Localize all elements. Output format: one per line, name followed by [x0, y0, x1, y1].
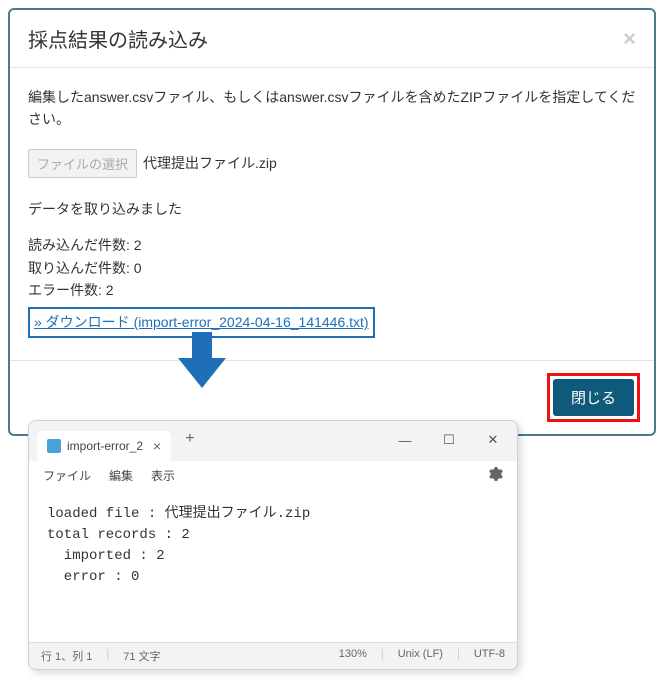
content-line-3: imported : 2	[47, 548, 165, 564]
editor-statusbar: 行 1、列 1 | 71 文字 130% | Unix (LF) | UTF-8	[29, 642, 517, 669]
error-count-row: エラー件数: 2	[28, 279, 636, 301]
menu-view[interactable]: 表示	[151, 467, 175, 484]
menu-file[interactable]: ファイル	[43, 467, 91, 484]
content-line-4: error : 0	[47, 569, 139, 585]
status-encoding[interactable]: UTF-8	[474, 648, 505, 664]
modal-body: 編集したanswer.csvファイル、もしくはanswer.csvファイルを含め…	[10, 68, 654, 360]
modal-title: 採点結果の読み込み	[28, 24, 208, 53]
status-chars[interactable]: 71 文字	[123, 648, 160, 664]
file-select-button[interactable]: ファイルの選択	[28, 149, 137, 178]
editor-tab[interactable]: import-error_2 ×	[37, 431, 171, 461]
error-count-label: エラー件数:	[28, 282, 102, 298]
close-button[interactable]: 閉じる	[553, 379, 634, 416]
status-message: データを取り込みました	[28, 198, 636, 220]
status-separator: |	[457, 648, 460, 664]
window-controls: — ☐ ✕	[387, 427, 511, 453]
minimize-icon[interactable]: —	[387, 427, 423, 453]
tab-close-icon[interactable]: ×	[153, 438, 161, 454]
read-count-row: 読み込んだ件数: 2	[28, 234, 636, 256]
close-icon[interactable]: ×	[623, 26, 636, 52]
imported-count-label: 取り込んだ件数:	[28, 260, 130, 276]
gear-icon[interactable]	[487, 466, 503, 485]
import-modal: 採点結果の読み込み × 編集したanswer.csvファイル、もしくはanswe…	[8, 8, 656, 436]
tab-title: import-error_2	[67, 439, 143, 453]
status-zoom[interactable]: 130%	[339, 648, 367, 664]
file-icon	[47, 439, 61, 453]
error-count-value: 2	[106, 282, 114, 298]
imported-count-value: 0	[134, 260, 142, 276]
close-button-highlight: 閉じる	[547, 373, 640, 422]
status-position[interactable]: 行 1、列 1	[41, 648, 92, 664]
read-count-label: 読み込んだ件数:	[28, 237, 130, 253]
modal-header: 採点結果の読み込み ×	[10, 10, 654, 68]
editor-titlebar: import-error_2 × + — ☐ ✕	[29, 421, 517, 461]
window-close-icon[interactable]: ✕	[475, 427, 511, 453]
text-editor-window: import-error_2 × + — ☐ ✕ ファイル 編集 表示 load…	[28, 420, 518, 670]
imported-count-row: 取り込んだ件数: 0	[28, 257, 636, 279]
arrow-down-icon	[172, 330, 232, 390]
read-count-value: 2	[134, 237, 142, 253]
status-eol[interactable]: Unix (LF)	[398, 648, 443, 664]
counts-block: 読み込んだ件数: 2 取り込んだ件数: 0 エラー件数: 2	[28, 234, 636, 301]
instruction-text: 編集したanswer.csvファイル、もしくはanswer.csvファイルを含め…	[28, 86, 636, 131]
download-error-link[interactable]: » ダウンロード (import-error_2024-04-16_141446…	[34, 314, 369, 330]
content-line-2: total records : 2	[47, 527, 190, 543]
content-line-1: loaded file : 代理提出ファイル.zip	[47, 506, 310, 522]
status-separator: |	[381, 648, 384, 664]
editor-menubar: ファイル 編集 表示	[29, 461, 517, 490]
maximize-icon[interactable]: ☐	[431, 427, 467, 453]
selected-file-name: 代理提出ファイル.zip	[143, 152, 277, 174]
editor-content[interactable]: loaded file : 代理提出ファイル.zip total records…	[29, 490, 517, 642]
file-row: ファイルの選択 代理提出ファイル.zip	[28, 149, 636, 178]
status-separator: |	[106, 648, 109, 664]
new-tab-button[interactable]: +	[185, 430, 194, 452]
menu-edit[interactable]: 編集	[109, 467, 133, 484]
